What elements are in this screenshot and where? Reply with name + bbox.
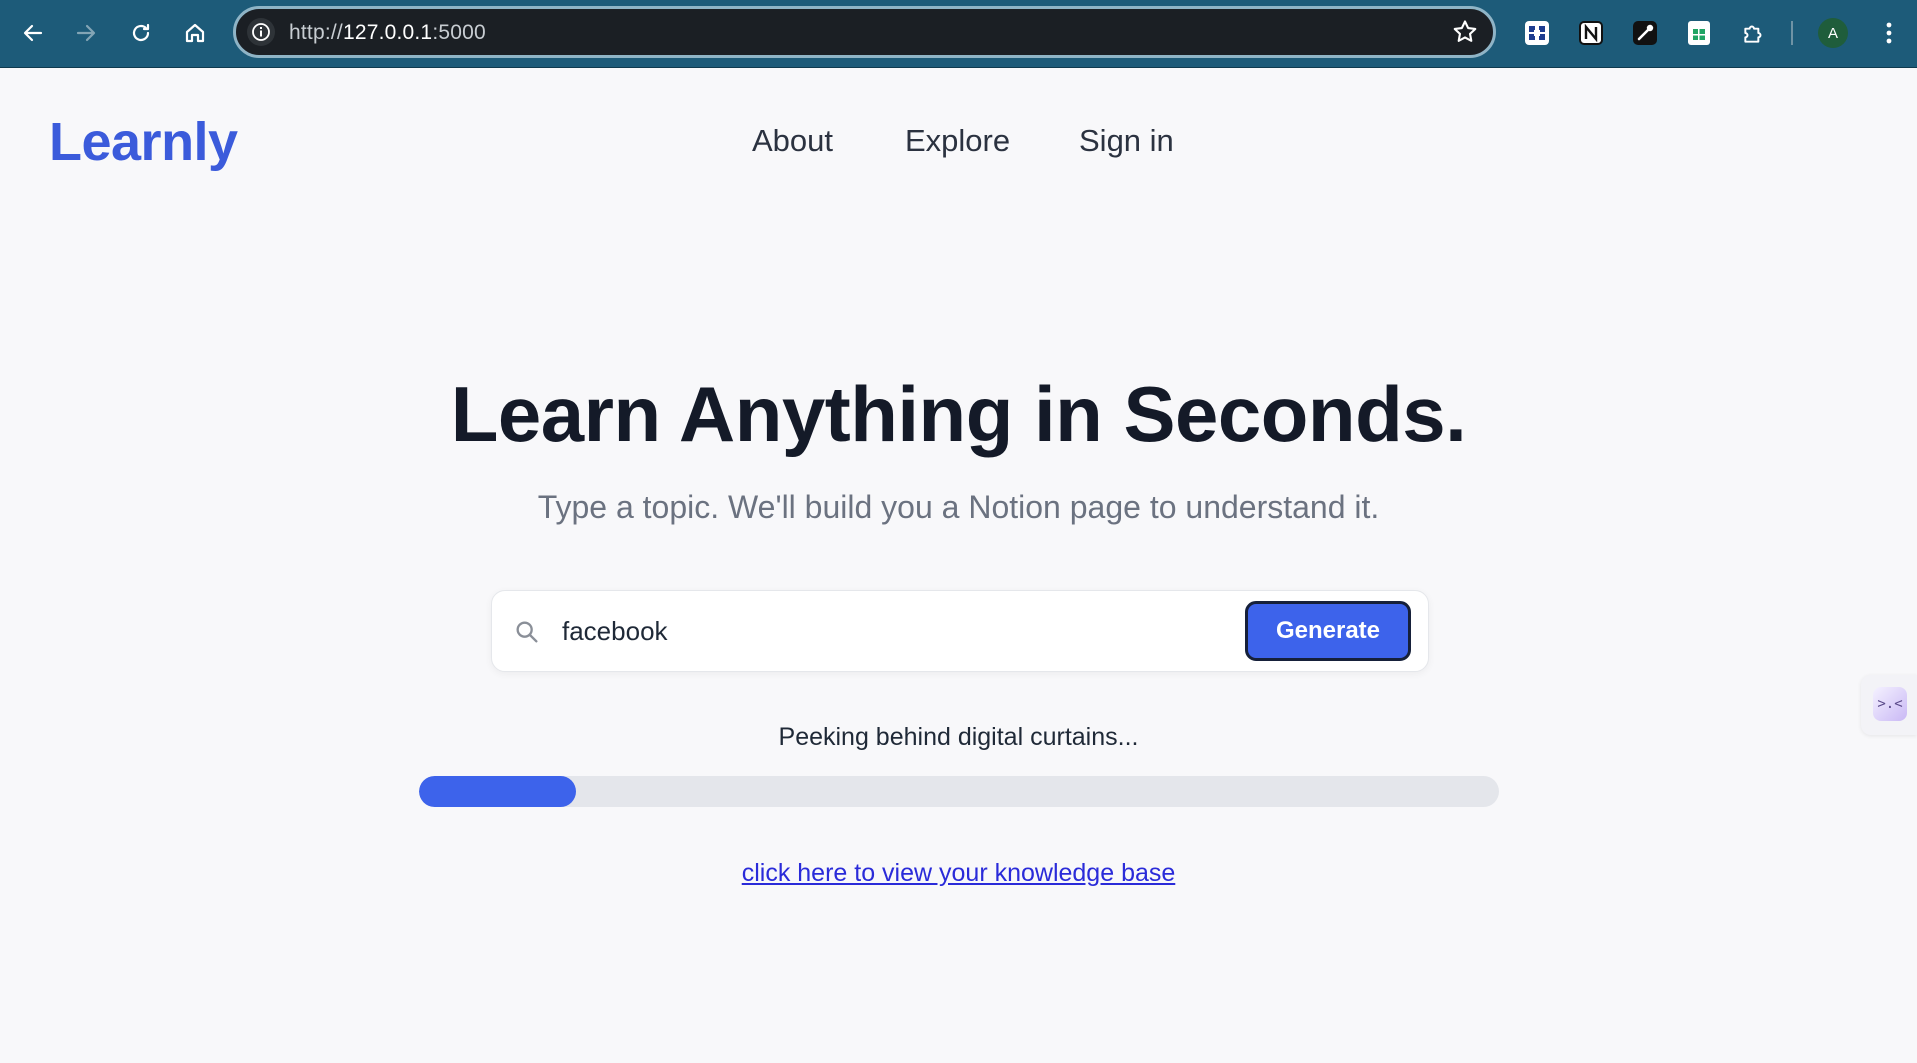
home-icon	[185, 23, 205, 43]
site-logo[interactable]: Learnly	[49, 111, 238, 173]
hero-title: Learn Anything in Seconds.	[450, 370, 1467, 458]
page-content: Learnly About Explore Sign in Learn Anyt…	[0, 69, 1917, 1063]
progress-bar-fill	[419, 776, 576, 807]
hero-subtitle: Type a topic. We'll build you a Notion p…	[537, 489, 1380, 525]
address-url: http://127.0.0.1:5000	[289, 21, 486, 45]
sheets-icon[interactable]	[1685, 19, 1713, 47]
forward-button[interactable]	[65, 12, 107, 54]
progress-bar	[419, 776, 1499, 807]
browser-toolbar: http://127.0.0.1:5000 A	[0, 0, 1917, 68]
home-button[interactable]	[174, 12, 216, 54]
forward-icon	[76, 24, 96, 42]
url-host: 127.0.0.1	[342, 21, 433, 44]
search-bar: Generate	[491, 590, 1429, 672]
extension-1-icon[interactable]	[1523, 19, 1551, 47]
topic-search-input[interactable]	[560, 609, 1100, 653]
floating-side-widget[interactable]: >.<	[1861, 675, 1917, 735]
notion-icon[interactable]	[1577, 19, 1605, 47]
reload-icon	[132, 23, 150, 42]
assistant-widget-icon[interactable]: >.<	[1873, 687, 1907, 721]
search-icon	[513, 618, 541, 646]
back-icon	[23, 24, 43, 42]
browser-menu-icon[interactable]	[1874, 18, 1904, 48]
loading-status-text: Peeking behind digital curtains...	[778, 723, 1139, 751]
generate-button[interactable]: Generate	[1245, 601, 1411, 661]
toolbar-divider	[1791, 21, 1793, 45]
back-button[interactable]	[12, 12, 54, 54]
knowledge-base-link[interactable]: click here to view your knowledge base	[742, 859, 1176, 887]
bookmark-star-icon[interactable]	[1451, 18, 1479, 46]
nav-explore[interactable]: Explore	[905, 123, 1010, 159]
url-port: :5000	[432, 21, 486, 44]
nav-about[interactable]: About	[752, 123, 833, 159]
eyedropper-icon[interactable]	[1631, 19, 1659, 47]
knowledge-base-link-row: click here to view your knowledge base	[0, 859, 1917, 888]
reload-button[interactable]	[120, 12, 162, 54]
profile-avatar[interactable]: A	[1818, 18, 1848, 48]
nav-sign-in[interactable]: Sign in	[1079, 123, 1174, 159]
extensions-puzzle-icon[interactable]	[1740, 19, 1768, 47]
site-info-icon[interactable]	[247, 18, 275, 46]
address-bar[interactable]: http://127.0.0.1:5000	[233, 6, 1496, 58]
url-scheme: http://	[289, 21, 343, 44]
